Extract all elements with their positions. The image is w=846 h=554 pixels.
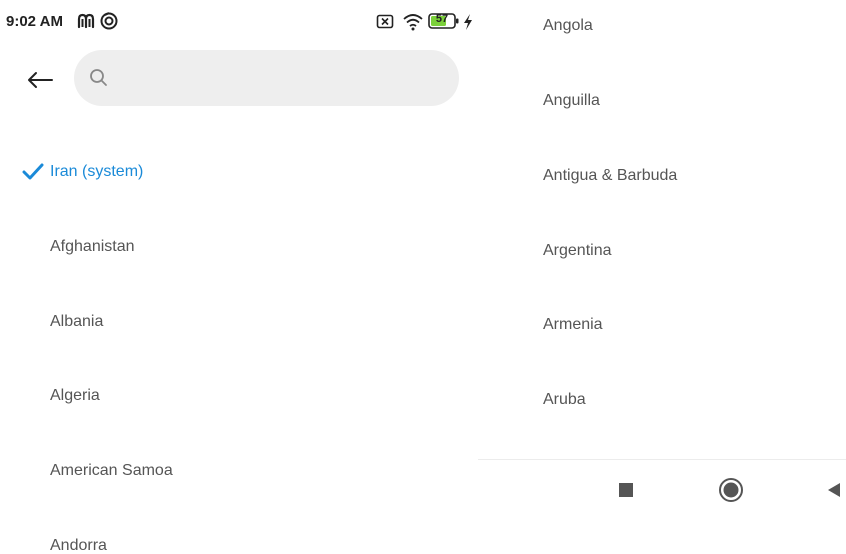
list-item[interactable]: Albania: [50, 313, 103, 331]
list-item[interactable]: Andorra: [50, 537, 107, 554]
arrow-left-icon: [28, 72, 53, 88]
back-arrow-button[interactable]: [22, 62, 58, 98]
search-input[interactable]: [120, 50, 444, 108]
list-item[interactable]: Angola: [543, 17, 593, 35]
list-item[interactable]: Afghanistan: [50, 238, 135, 256]
list-item[interactable]: Armenia: [543, 316, 603, 334]
screen: 9:02 AM 57 Iran (system) Afghanistan Alb…: [0, 0, 846, 554]
list-item[interactable]: Anguilla: [543, 92, 600, 110]
wifi-icon: [403, 14, 423, 31]
list-item[interactable]: Aruba: [543, 391, 586, 409]
checkmark-icon: [22, 163, 44, 180]
list-item[interactable]: Antigua & Barbuda: [543, 167, 677, 185]
m-app-icon: [77, 13, 95, 29]
status-bar: 9:02 AM 57: [0, 0, 478, 44]
charging-icon: [464, 14, 472, 30]
sync-icon: [100, 12, 118, 30]
back-triangle-icon[interactable]: [826, 481, 842, 499]
nav-bar-divider: [478, 459, 846, 460]
battery-icon: 57: [428, 12, 460, 30]
recents-square-icon[interactable]: [617, 481, 635, 499]
list-item[interactable]: American Samoa: [50, 462, 173, 480]
no-sim-icon: [376, 14, 394, 29]
list-item[interactable]: Algeria: [50, 387, 100, 405]
status-time: 9:02 AM: [6, 13, 63, 30]
list-item-selected-country[interactable]: Iran (system): [50, 163, 143, 181]
home-circle-icon[interactable]: [718, 477, 744, 503]
battery-level: 57: [435, 13, 449, 25]
list-item[interactable]: Argentina: [543, 242, 612, 260]
search-bar[interactable]: [74, 50, 459, 108]
search-icon: [90, 69, 107, 86]
